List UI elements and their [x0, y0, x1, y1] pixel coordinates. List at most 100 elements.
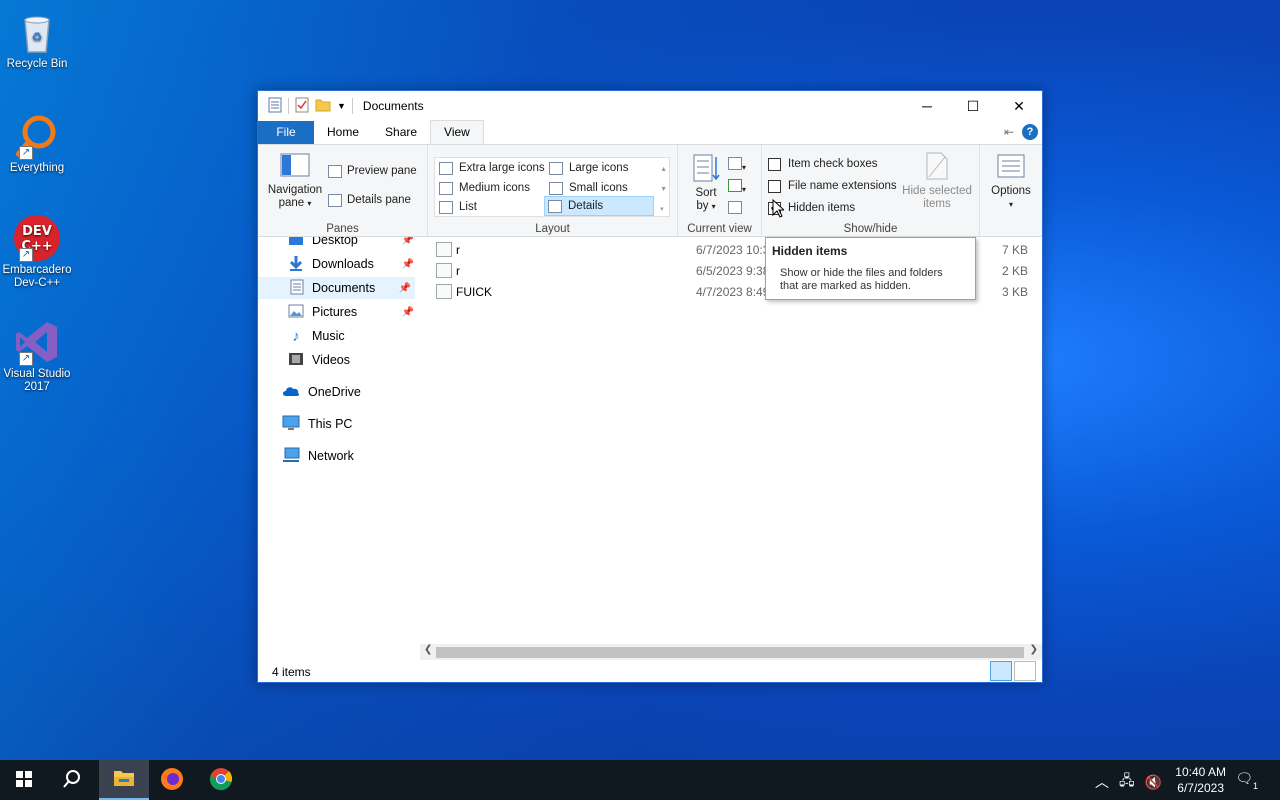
firefox-icon [160, 767, 184, 794]
taskbar-chrome[interactable] [197, 760, 245, 800]
group-show-hide: Item check boxes File name extensions Hi… [762, 145, 980, 237]
nav-item-videos[interactable]: Videos [288, 349, 350, 371]
nav-item-onedrive[interactable]: OneDrive [282, 381, 361, 403]
layout-list[interactable]: List [436, 197, 477, 217]
pin-icon[interactable]: 📌 [399, 283, 411, 294]
details-view-button[interactable] [990, 661, 1012, 681]
tab-home[interactable]: Home [314, 121, 372, 144]
nav-item-documents[interactable]: Documents 📌 [258, 277, 415, 299]
videos-icon [288, 352, 304, 369]
minimize-button[interactable]: ─ [904, 91, 950, 121]
title-bar[interactable]: ▼ Documents ─ ☐ ✕ [258, 91, 1042, 121]
nav-item-network[interactable]: Network [282, 445, 354, 467]
maximize-button[interactable]: ☐ [950, 91, 996, 121]
desktop-icon-label: Everything [9, 162, 65, 174]
preview-pane-button[interactable]: Preview pane [328, 162, 417, 180]
layout-scroll[interactable]: ▲ ▼ ▾ [660, 160, 667, 220]
layout-small-icons[interactable]: Small icons [546, 178, 628, 198]
layout-details[interactable]: Details [544, 196, 654, 216]
shortcut-arrow-icon: ↗ [19, 248, 33, 262]
pin-ribbon-icon[interactable]: ⇤ [1004, 125, 1014, 139]
scrollbar-thumb[interactable] [436, 647, 1024, 658]
close-icon: ✕ [1013, 97, 1025, 114]
desktop-icon-label: Visual Studio 2017 [3, 368, 71, 393]
file-name-extensions-toggle[interactable]: File name extensions [768, 177, 897, 195]
nav-item-this-pc[interactable]: This PC [282, 413, 352, 435]
taskbar: ︿ 🖧 🔇 10:40 AM 6/7/2023 🗨 1 [0, 760, 1280, 800]
search-button[interactable] [48, 760, 96, 800]
minimize-icon: ─ [922, 98, 932, 114]
taskbar-file-explorer[interactable] [99, 760, 149, 800]
group-by-icon [728, 157, 742, 170]
taskbar-clock[interactable]: 10:40 AM 6/7/2023 [1175, 764, 1226, 796]
small-icons-icon [549, 181, 563, 195]
group-options: Options ▾ [980, 145, 1042, 237]
downloads-icon [288, 255, 304, 274]
desktop-icon-devcpp[interactable]: DEV C++ ↗ Embarcadero Dev-C++ [0, 214, 74, 290]
nav-item-pictures[interactable]: Pictures 📌 [288, 301, 418, 323]
sort-by-icon [692, 154, 720, 186]
tab-share[interactable]: Share [372, 121, 430, 144]
maximize-icon: ☐ [966, 97, 980, 114]
desktop-icon-everything[interactable]: ↗ Everything [0, 112, 74, 175]
file-name-extensions-checkbox[interactable] [768, 179, 781, 193]
extra-large-icons-icon [439, 161, 453, 175]
nav-item-music[interactable]: ♪ Music [288, 325, 344, 347]
show-hidden-icons-chevron-icon[interactable]: ︿ [1095, 772, 1109, 792]
layout-extra-large-icons[interactable]: Extra large icons [436, 158, 545, 178]
group-label-layout: Layout [535, 223, 570, 235]
action-center-button[interactable]: 🗨 1 [1235, 770, 1262, 791]
pin-icon[interactable]: 📌 [402, 307, 414, 318]
sort-by-button[interactable]: Sort by ▾ [688, 153, 724, 213]
add-columns-button[interactable]: ▾ [728, 179, 746, 195]
size-columns-button[interactable] [728, 201, 742, 217]
navigation-pane-button[interactable]: Navigation pane ▾ [266, 153, 324, 210]
system-tray: ︿ 🖧 🔇 [1095, 770, 1162, 794]
options-button[interactable]: Options ▾ [986, 153, 1036, 211]
details-pane-button[interactable]: Details pane [328, 191, 411, 209]
chrome-icon [209, 767, 233, 794]
properties-icon[interactable] [268, 97, 282, 116]
desktop-icon-label: Recycle Bin [6, 58, 68, 70]
desktop-icon-recycle-bin[interactable]: ♻ Recycle Bin [0, 8, 74, 71]
customize-qat-chevron-icon[interactable]: ▼ [337, 101, 346, 111]
help-icon[interactable]: ? [1022, 124, 1038, 140]
tab-file[interactable]: File [258, 121, 314, 144]
scroll-right-icon[interactable]: ❯ [1030, 644, 1038, 655]
pin-icon[interactable]: 📌 [402, 259, 414, 270]
group-by-button[interactable]: ▾ [728, 157, 746, 173]
recycle-bin-icon: ♻ [13, 8, 61, 56]
scroll-left-icon[interactable]: ❮ [424, 644, 432, 655]
close-button[interactable]: ✕ [996, 91, 1042, 121]
shortcut-file-icon [436, 242, 452, 257]
desktop-icon-visual-studio[interactable]: ↗ Visual Studio 2017 [0, 318, 74, 394]
new-folder-icon[interactable] [315, 98, 331, 115]
item-check-boxes-checkbox[interactable] [768, 157, 781, 171]
shortcut-arrow-icon: ↗ [19, 352, 33, 366]
taskbar-firefox[interactable] [148, 760, 196, 800]
network-status-icon[interactable]: 🖧 [1119, 770, 1135, 794]
quick-access-toolbar: ▼ [258, 97, 353, 116]
mouse-cursor-icon [772, 198, 786, 221]
pictures-icon [288, 304, 304, 321]
windows-logo-icon [16, 770, 32, 790]
tooltip-hidden-items: Hidden items Show or hide the files and … [765, 237, 976, 300]
start-button[interactable] [0, 760, 48, 800]
network-icon [282, 447, 300, 466]
layout-medium-icons[interactable]: Medium icons [436, 178, 530, 198]
pin-icon[interactable]: 📌 [402, 237, 414, 246]
everything-search-icon: ↗ [13, 112, 61, 160]
checkmark-doc-icon[interactable] [295, 97, 309, 116]
item-check-boxes-toggle[interactable]: Item check boxes [768, 155, 877, 173]
horizontal-scrollbar[interactable]: ❮ ❯ [420, 644, 1042, 660]
layout-large-icons[interactable]: Large icons [546, 158, 628, 178]
file-icon [436, 263, 452, 278]
hide-selected-items-button[interactable]: Hide selected items [900, 151, 974, 211]
nav-item-desktop[interactable]: Desktop 📌 [288, 237, 418, 251]
nav-item-downloads[interactable]: Downloads 📌 [288, 253, 418, 275]
large-icons-view-button[interactable] [1014, 661, 1036, 681]
file-icon [436, 284, 452, 299]
volume-muted-icon[interactable]: 🔇 [1145, 774, 1162, 791]
tab-view[interactable]: View [430, 120, 484, 144]
ribbon-tabs: File Home Share View ⇤ ? [258, 120, 1042, 144]
